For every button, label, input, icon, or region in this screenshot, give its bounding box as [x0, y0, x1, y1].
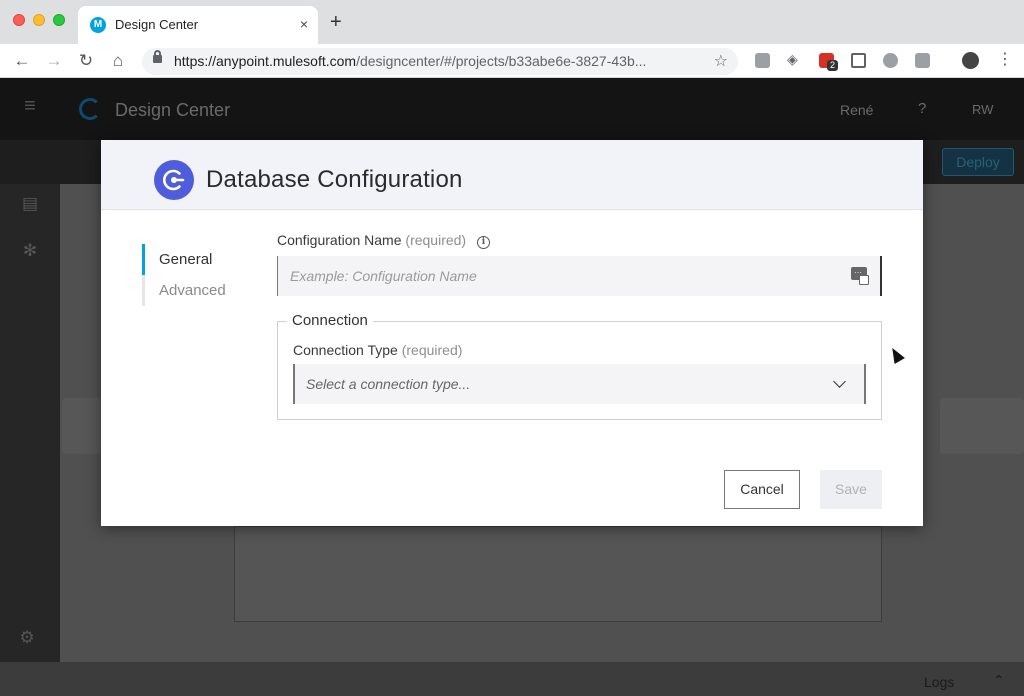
connector-icon: [154, 160, 194, 200]
address-bar[interactable]: https://anypoint.mulesoft.com/designcent…: [142, 48, 738, 75]
hamburger-menu-icon[interactable]: ≡: [20, 96, 40, 116]
connection-legend: Connection: [287, 312, 373, 329]
bottom-bar: [0, 662, 1024, 696]
canvas-panel: [234, 526, 882, 622]
settings-gear-icon[interactable]: ⚙: [17, 628, 37, 648]
design-center-logo-icon: [79, 98, 101, 120]
flow-graph-icon[interactable]: ✻: [20, 241, 40, 261]
back-arrow-icon[interactable]: ←: [12, 51, 32, 71]
help-icon[interactable]: ?: [918, 100, 926, 117]
flow-card: [62, 398, 102, 454]
browser-tab-bar: M Design Center × +: [0, 0, 1024, 44]
required-marker: (required): [405, 232, 467, 248]
info-icon[interactable]: i: [477, 236, 490, 249]
user-avatar[interactable]: RW: [972, 102, 993, 117]
extension-badge: 2: [827, 60, 839, 71]
window-zoom-button[interactable]: [53, 14, 65, 26]
database-configuration-dialog: Database Configuration General Advanced …: [101, 140, 923, 526]
deploy-button[interactable]: Deploy: [942, 148, 1014, 176]
lock-icon: [153, 50, 162, 63]
variable-picker-icon[interactable]: ···: [851, 267, 869, 285]
configuration-name-label: Configuration Name (required) i: [277, 232, 490, 249]
extension-todo-icon[interactable]: 2: [819, 53, 839, 71]
app-title: Design Center: [115, 100, 231, 120]
connection-fieldset: Connection Connection Type (required) Se…: [277, 312, 882, 420]
mulesoft-favicon-icon: M: [90, 17, 106, 33]
new-tab-button[interactable]: +: [330, 12, 342, 32]
dialog-header: Database Configuration: [101, 140, 923, 210]
chevron-up-icon[interactable]: ⌃: [993, 672, 1005, 689]
browser-toolbar: ← → ↻ ⌂ https://anypoint.mulesoft.com/de…: [0, 44, 1024, 78]
required-marker: (required): [401, 342, 463, 358]
forward-arrow-icon[interactable]: →: [44, 51, 64, 71]
browser-menu-icon[interactable]: ⋮: [997, 52, 1013, 68]
extension-cloud-icon[interactable]: [915, 53, 930, 68]
connection-type-placeholder: Select a connection type...: [306, 376, 471, 392]
extension-screenshot-icon[interactable]: [851, 53, 866, 68]
nav-item-general[interactable]: General: [142, 244, 242, 275]
save-button[interactable]: Save: [820, 470, 882, 509]
connection-type-select[interactable]: Select a connection type...: [293, 364, 866, 404]
window-minimize-button[interactable]: [33, 14, 45, 26]
tab-title: Design Center: [115, 17, 199, 32]
tab-close-icon[interactable]: ×: [300, 16, 308, 32]
user-name[interactable]: René: [840, 102, 873, 118]
window-close-button[interactable]: [13, 14, 25, 26]
home-icon[interactable]: ⌂: [108, 51, 128, 71]
dialog-title: Database Configuration: [206, 166, 463, 193]
logs-toggle[interactable]: Logs: [924, 674, 954, 690]
cancel-button[interactable]: Cancel: [724, 470, 800, 509]
flow-card: [940, 398, 1024, 454]
profile-avatar-icon[interactable]: [962, 52, 979, 69]
connection-type-label: Connection Type (required): [293, 342, 463, 358]
configuration-name-input[interactable]: [277, 256, 882, 296]
url-text: https://anypoint.mulesoft.com/designcent…: [174, 53, 647, 69]
extension-layers-icon[interactable]: ◈: [787, 52, 802, 67]
reload-icon[interactable]: ↻: [76, 51, 96, 71]
bookmark-star-icon[interactable]: ☆: [714, 51, 728, 71]
chevron-down-icon: [833, 375, 846, 388]
extension-copy-icon[interactable]: [755, 53, 770, 68]
extension-chat-icon[interactable]: [883, 53, 898, 68]
browser-tab[interactable]: M Design Center ×: [78, 6, 318, 44]
config-side-nav: General Advanced: [142, 244, 242, 306]
nav-item-advanced[interactable]: Advanced: [142, 275, 242, 306]
document-icon[interactable]: ▤: [20, 194, 40, 214]
